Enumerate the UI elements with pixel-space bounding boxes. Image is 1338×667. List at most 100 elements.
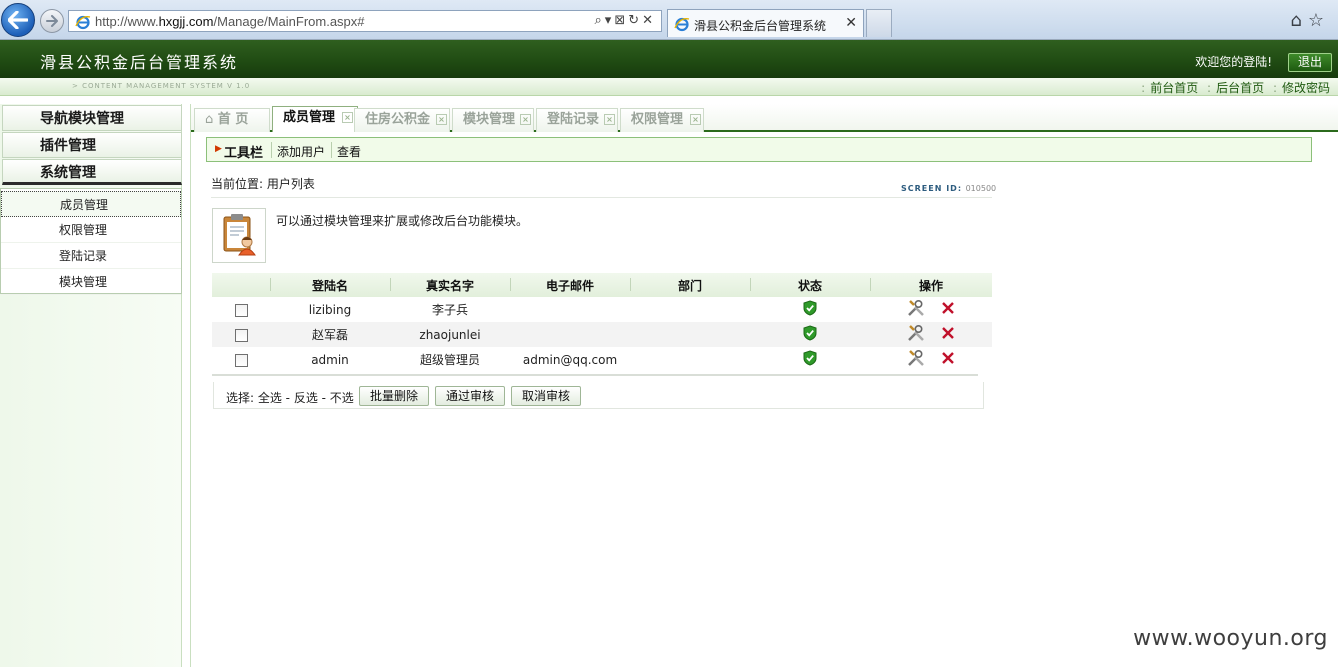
sidebar-header-plugins[interactable]: 插件管理 bbox=[2, 132, 182, 158]
row-checkbox[interactable] bbox=[234, 328, 248, 342]
main-panel: ⌂ 首 页 成员管理 × 住房公积金 × 模块管理 × 登陆记录 × 权限管理 … bbox=[190, 104, 1338, 667]
cell-real-name: 李子兵 bbox=[431, 303, 468, 317]
cell-real-name: 超级管理员 bbox=[419, 353, 480, 367]
arrow-right-icon: ▶ bbox=[215, 144, 222, 154]
sidebar-item-members[interactable]: 成员管理 bbox=[1, 191, 181, 217]
screen-id: SCREEN ID: 010500 bbox=[901, 184, 997, 193]
cell-real-name: zhaojunlei bbox=[419, 327, 481, 342]
browser-toolbar-icons[interactable]: ⌂☆ bbox=[1290, 10, 1330, 31]
browser-tab[interactable]: 滑县公积金后台管理系统 ✕ bbox=[667, 9, 864, 37]
table-row: 赵军磊 zhaojunlei bbox=[212, 322, 992, 347]
select-options[interactable]: 选择: 全选 - 反选 - 不选 bbox=[226, 389, 354, 406]
tab-bar: ⌂ 首 页 成员管理 × 住房公积金 × 模块管理 × 登陆记录 × 权限管理 … bbox=[191, 104, 1338, 132]
tab-housing-fund[interactable]: 住房公积金 × bbox=[354, 108, 450, 132]
table-row: admin 超级管理员 admin@qq.com bbox=[212, 347, 992, 372]
top-links: : 前台首页 : 后台首页 : 修改密码 bbox=[1141, 81, 1330, 95]
table-divider bbox=[212, 374, 978, 376]
app-header: 滑县公积金后台管理系统 欢迎您的登陆! 退出 bbox=[0, 40, 1338, 78]
table-row: lizibing 李子兵 bbox=[212, 297, 992, 322]
cms-version: > CONTENT MANAGEMENT SYSTEM V 1.0 bbox=[72, 82, 251, 90]
edit-tools-icon[interactable] bbox=[907, 299, 925, 317]
favorites-star-icon[interactable]: ☆ bbox=[1308, 10, 1330, 31]
column-header-real-name: 真实名字 bbox=[390, 273, 510, 297]
cell-login: admin bbox=[311, 352, 349, 367]
link-backend-home[interactable]: 后台首页 bbox=[1216, 81, 1264, 95]
new-tab-button[interactable] bbox=[866, 9, 892, 37]
address-bar[interactable]: http://www.hxgjj.com/Manage/MainFrom.asp… bbox=[68, 10, 662, 32]
close-tab-icon[interactable]: × bbox=[436, 114, 447, 125]
back-button[interactable] bbox=[1, 3, 35, 37]
cell-email: admin@qq.com bbox=[522, 352, 618, 367]
sub-header: > CONTENT MANAGEMENT SYSTEM V 1.0 : 前台首页 … bbox=[0, 78, 1338, 96]
close-tab-icon[interactable]: × bbox=[342, 112, 353, 123]
approve-button[interactable]: 通过审核 bbox=[435, 386, 506, 406]
cancel-approval-button[interactable]: 取消审核 bbox=[511, 386, 582, 406]
shield-check-icon bbox=[803, 350, 817, 366]
clipboard-user-icon bbox=[212, 208, 266, 263]
cell-department bbox=[630, 347, 750, 372]
forward-button[interactable] bbox=[40, 9, 64, 33]
batch-delete-button[interactable]: 批量删除 bbox=[359, 386, 430, 406]
close-tab-icon[interactable]: ✕ bbox=[845, 15, 857, 31]
tab-home[interactable]: ⌂ 首 页 bbox=[194, 108, 270, 132]
delete-icon[interactable] bbox=[941, 301, 955, 315]
sidebar-item-permissions[interactable]: 权限管理 bbox=[1, 217, 181, 243]
view-button[interactable]: 查看 bbox=[337, 143, 361, 160]
user-table: 登陆名 真实名字 电子邮件 部门 状态 操作 lizibing 李子兵 赵军磊 … bbox=[212, 273, 992, 372]
close-tab-icon[interactable]: × bbox=[690, 114, 701, 125]
column-header-department: 部门 bbox=[630, 273, 750, 297]
sidebar-item-login-records[interactable]: 登陆记录 bbox=[1, 243, 181, 269]
breadcrumb: 当前位置: 用户列表 bbox=[211, 177, 315, 191]
cell-department bbox=[630, 297, 750, 322]
tab-members[interactable]: 成员管理 × bbox=[272, 106, 358, 132]
delete-icon[interactable] bbox=[941, 326, 955, 340]
url-text: http://www.hxgjj.com/Manage/MainFrom.asp… bbox=[95, 14, 365, 29]
column-header-actions: 操作 bbox=[870, 273, 992, 297]
edit-tools-icon[interactable] bbox=[907, 349, 925, 367]
watermark: www.wooyun.org bbox=[1133, 626, 1328, 651]
cell-login: lizibing bbox=[308, 302, 352, 317]
ie-logo-icon bbox=[75, 15, 91, 30]
app-title: 滑县公积金后台管理系统 bbox=[40, 53, 239, 72]
toolbar-divider bbox=[331, 142, 332, 158]
toolbar-label: 工具栏 bbox=[224, 146, 264, 161]
column-header-login: 登陆名 bbox=[270, 273, 390, 297]
cell-email bbox=[510, 322, 630, 347]
welcome-text: 欢迎您的登陆! bbox=[1195, 55, 1272, 69]
close-tab-icon[interactable]: × bbox=[520, 114, 531, 125]
edit-tools-icon[interactable] bbox=[907, 324, 925, 342]
sidebar-header-system[interactable]: 系统管理 bbox=[2, 159, 182, 185]
cell-department bbox=[630, 322, 750, 347]
row-checkbox[interactable] bbox=[234, 353, 248, 367]
logout-button[interactable]: 退出 bbox=[1288, 53, 1332, 72]
link-frontend-home[interactable]: 前台首页 bbox=[1150, 81, 1198, 95]
table-header-row: 登陆名 真实名字 电子邮件 部门 状态 操作 bbox=[212, 273, 992, 297]
shield-check-icon bbox=[803, 325, 817, 341]
browser-tab-title: 滑县公积金后台管理系统 bbox=[694, 19, 827, 33]
toolbar: ▶ 工具栏 添加用户 查看 bbox=[206, 137, 1312, 162]
cell-login: 赵军磊 bbox=[311, 328, 348, 342]
sidebar-item-modules[interactable]: 模块管理 bbox=[1, 269, 181, 295]
info-text: 可以通过模块管理来扩展或修改后台功能模块。 bbox=[276, 214, 529, 228]
arrow-right-icon bbox=[46, 15, 58, 27]
tab-modules[interactable]: 模块管理 × bbox=[452, 108, 534, 132]
row-checkbox[interactable] bbox=[234, 303, 248, 317]
column-header bbox=[212, 273, 270, 297]
home-icon[interactable]: ⌂ bbox=[1290, 10, 1307, 31]
browser-chrome: http://www.hxgjj.com/Manage/MainFrom.asp… bbox=[0, 0, 1338, 40]
add-user-button[interactable]: 添加用户 bbox=[277, 143, 325, 160]
tab-login-records[interactable]: 登陆记录 × bbox=[536, 108, 618, 132]
close-tab-icon[interactable]: × bbox=[604, 114, 615, 125]
sidebar-header-nav-modules[interactable]: 导航模块管理 bbox=[2, 105, 182, 131]
link-change-password[interactable]: 修改密码 bbox=[1282, 81, 1330, 95]
arrow-left-icon bbox=[8, 11, 28, 29]
tab-permissions[interactable]: 权限管理 × bbox=[620, 108, 704, 132]
sidebar-submenu: 成员管理 权限管理 登陆记录 模块管理 bbox=[0, 188, 182, 295]
column-header-status: 状态 bbox=[750, 273, 870, 297]
column-header-email: 电子邮件 bbox=[510, 273, 630, 297]
batch-actions-bar: 选择: 全选 - 反选 - 不选 批量删除 通过审核 取消审核 bbox=[213, 382, 984, 409]
delete-icon[interactable] bbox=[941, 351, 955, 365]
toolbar-divider bbox=[271, 142, 272, 158]
divider bbox=[211, 197, 992, 198]
address-tools-icons[interactable]: ⌕▾⊠↻✕ bbox=[595, 13, 656, 28]
